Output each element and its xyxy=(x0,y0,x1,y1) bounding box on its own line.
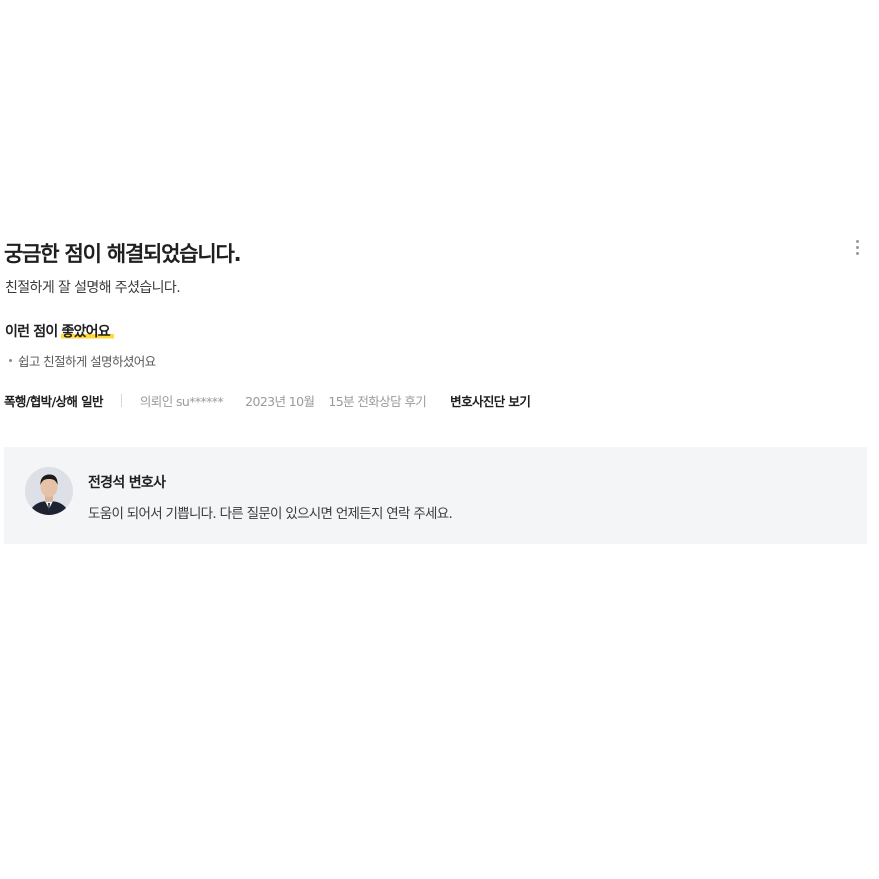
client-id: 의뢰인 su****** xyxy=(139,393,224,409)
like-item-label: 쉽고 친절하게 설명하셨어요 xyxy=(18,354,156,369)
divider xyxy=(120,393,122,407)
review-title: 궁금한 점이 해결되었습니다. xyxy=(4,242,242,266)
review-meta: 폭행/협박/상해 일반 의뢰인 su****** 2023년 10월 15분 전… xyxy=(4,390,531,410)
more-vertical-icon xyxy=(855,239,859,243)
lawyer-name[interactable]: 전경석 변호사 xyxy=(88,472,166,492)
bullet-icon xyxy=(9,359,12,362)
diagnosis-link[interactable]: 변호사진단 보기 xyxy=(450,391,531,410)
category-label: 폭행/협박/상해 일반 xyxy=(4,393,103,409)
avatar[interactable] xyxy=(25,467,73,515)
review-body: 친절하게 잘 설명해 주셨습니다. xyxy=(5,280,181,296)
review-date: 2023년 10월 xyxy=(245,393,315,409)
likes-list: 쉽고 친절하게 설명하셨어요 xyxy=(9,351,156,370)
lawyer-avatar-icon xyxy=(25,467,73,515)
likes-heading-highlight: 좋았어요 xyxy=(61,324,114,340)
likes-heading-prefix: 이런 점이 xyxy=(5,324,62,340)
more-options-button[interactable] xyxy=(848,236,866,258)
list-item: 쉽고 친절하게 설명하셨어요 xyxy=(9,351,156,370)
consult-type: 15분 전화상담 후기 xyxy=(328,393,427,409)
lawyer-reply: 전경석 변호사 도움이 되어서 기쁩니다. 다른 질문이 있으시면 언제든지 연… xyxy=(4,447,867,544)
likes-heading: 이런 점이 좋았어요 xyxy=(5,321,114,341)
reply-message: 도움이 되어서 기쁩니다. 다른 질문이 있으시면 언제든지 연락 주세요. xyxy=(88,506,453,522)
